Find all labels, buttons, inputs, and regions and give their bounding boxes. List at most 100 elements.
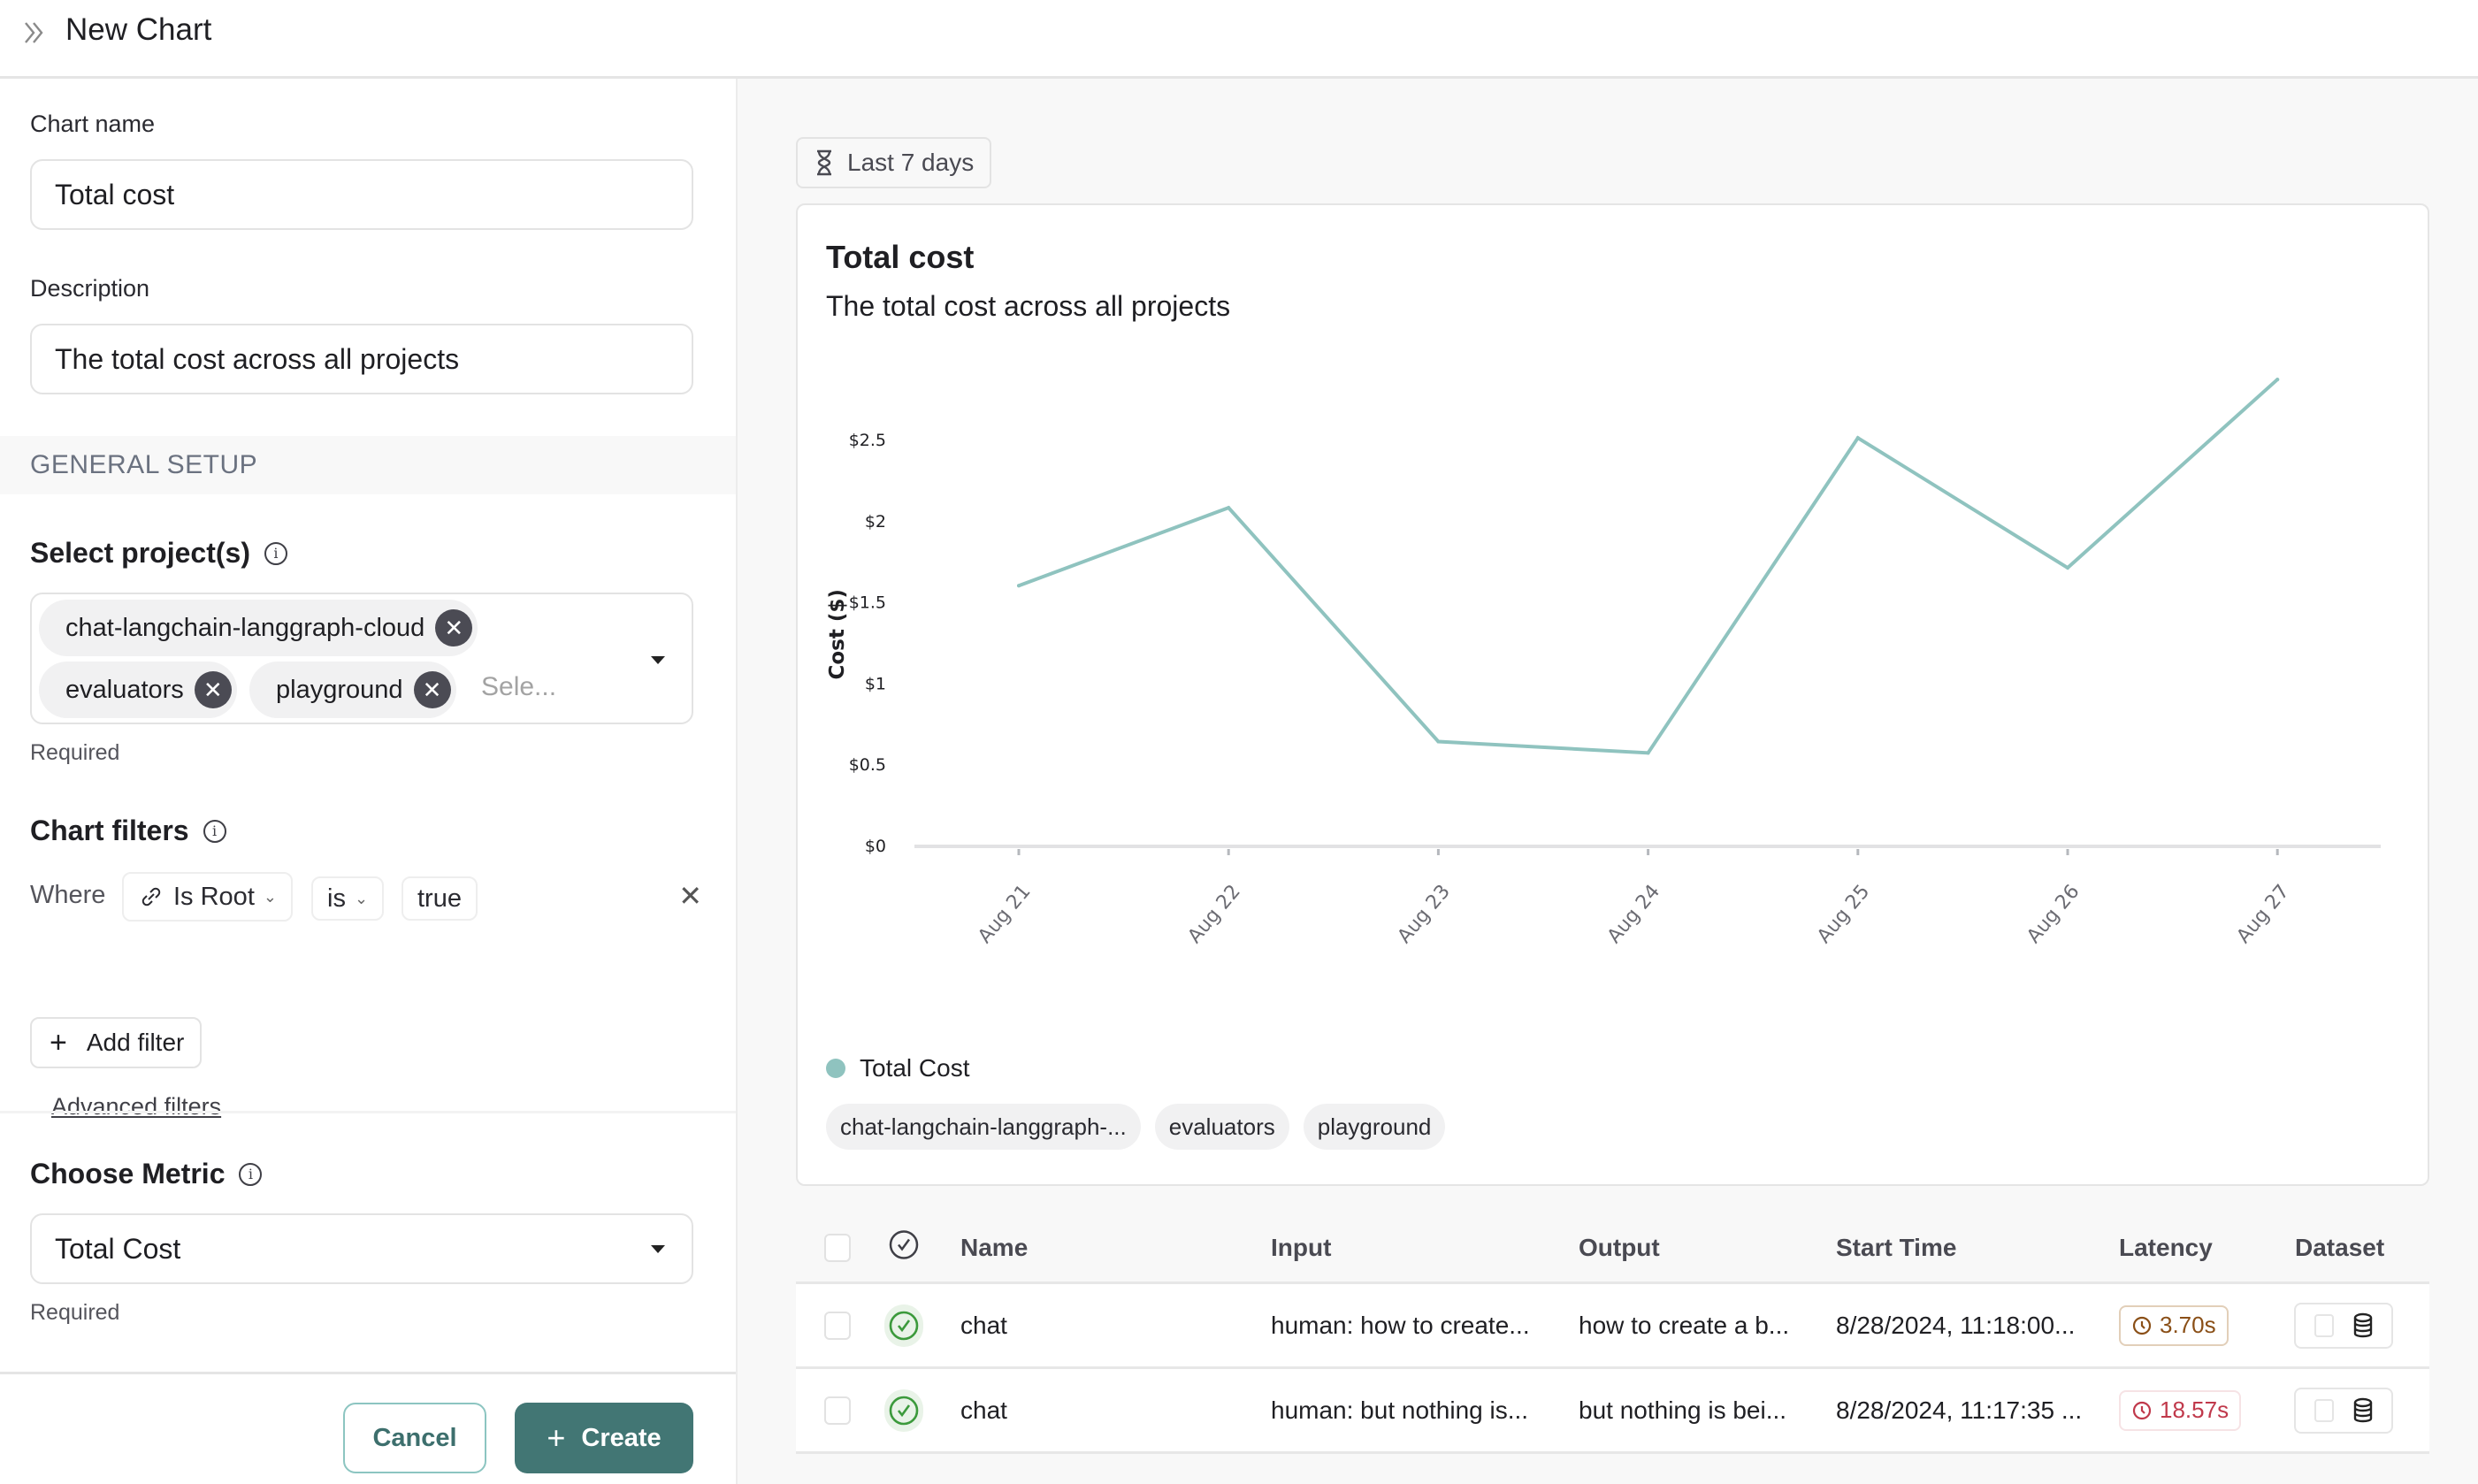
chart-filters-heading: Chart filters i	[30, 815, 226, 847]
link-icon	[141, 887, 161, 906]
chart-name-input[interactable]: Total cost	[30, 159, 693, 230]
chart-filters-label: Chart filters	[30, 815, 189, 846]
data-point	[1436, 739, 1441, 744]
filter-field-label: Is Root	[173, 882, 255, 911]
latency-badge: 18.57s	[2119, 1389, 2242, 1431]
column-header-latency[interactable]: Latency	[2119, 1234, 2213, 1262]
description-input[interactable]: The total cost across all projects	[30, 324, 693, 394]
add-to-dataset-button[interactable]	[2294, 1302, 2393, 1349]
add-filter-button[interactable]: + Add filter	[30, 1017, 203, 1068]
metric-required-hint: Required	[30, 1300, 120, 1325]
data-point	[2066, 566, 2069, 570]
plus-icon: +	[50, 1025, 67, 1059]
time-range-label: Last 7 days	[847, 149, 975, 176]
run-output: but nothing is bei...	[1579, 1396, 1787, 1424]
choose-metric-heading: Choose Metric i	[30, 1158, 263, 1190]
select-projects-heading: Select project(s) i	[30, 537, 287, 570]
remove-chip-icon[interactable]: ✕	[435, 609, 473, 646]
table-header: Name Input Output Start Time Latency Dat…	[796, 1213, 2429, 1284]
x-tick-label: Aug 26	[2023, 881, 2084, 948]
add-to-dataset-button[interactable]	[2294, 1387, 2393, 1434]
remove-chip-icon[interactable]: ✕	[194, 671, 232, 708]
series-line-total-cost	[1017, 378, 2280, 755]
hourglass-icon	[817, 149, 831, 176]
plus-icon: +	[547, 1419, 566, 1456]
project-chip-label: playground	[276, 675, 403, 704]
table-row[interactable]: chat human: but nothing is... but nothin…	[796, 1369, 2429, 1454]
advanced-filters-link[interactable]: Advanced filters	[51, 1093, 221, 1121]
project-tag: evaluators	[1154, 1104, 1289, 1150]
column-header-start-time[interactable]: Start Time	[1836, 1234, 1956, 1262]
run-input: human: but nothing is...	[1271, 1396, 1529, 1424]
project-tag: playground	[1303, 1104, 1446, 1150]
row-checkbox[interactable]	[824, 1311, 851, 1340]
chart-legend: Total Cost	[826, 1054, 970, 1082]
y-tick-label: $1.5	[849, 593, 886, 613]
run-output: how to create a b...	[1579, 1311, 1790, 1339]
x-tick-label: Aug 22	[1184, 881, 1245, 948]
time-range-button[interactable]: Last 7 days	[796, 137, 992, 188]
caret-down-icon[interactable]	[651, 656, 665, 664]
run-name[interactable]: chat	[960, 1396, 1007, 1425]
double-chevron-right-icon[interactable]	[19, 18, 50, 48]
filter-row: Where Is Root ⌄ is ⌄ true ✕	[30, 872, 702, 923]
page-title: New Chart	[65, 12, 212, 47]
remove-chip-icon[interactable]: ✕	[413, 671, 451, 708]
chart-preview-panel: Last 7 days Total cost The total cost ac…	[738, 79, 2478, 1484]
column-header-name[interactable]: Name	[960, 1234, 1028, 1262]
filter-operator-select[interactable]: is ⌄	[311, 876, 385, 921]
y-tick-label: $1	[865, 674, 886, 693]
info-icon[interactable]: i	[239, 1162, 263, 1186]
metric-select[interactable]: Total Cost	[30, 1213, 693, 1284]
chart-card: Total cost The total cost across all pro…	[796, 203, 2429, 1186]
run-name[interactable]: chat	[960, 1312, 1007, 1340]
table-row[interactable]: chat human: how to create... how to crea…	[796, 1284, 2429, 1369]
latency-value: 18.57s	[2160, 1396, 2229, 1423]
remove-filter-icon[interactable]: ✕	[678, 879, 702, 913]
filter-field-select[interactable]: Is Root ⌄	[122, 872, 293, 922]
y-tick-label: $0	[865, 837, 886, 856]
projects-required-hint: Required	[30, 740, 120, 765]
runs-table: Name Input Output Start Time Latency Dat…	[796, 1213, 2429, 1454]
chart-form-panel: Chart name Total cost Description The to…	[0, 79, 738, 1484]
divider	[0, 1111, 736, 1113]
create-button[interactable]: + Create	[515, 1403, 693, 1473]
dataset-checkbox[interactable]	[2314, 1398, 2334, 1422]
x-tick-label: Aug 27	[2233, 881, 2294, 948]
select-projects-label: Select project(s)	[30, 537, 250, 569]
y-axis-label: Cost ($)	[826, 589, 849, 679]
project-chip-label: chat-langchain-langgraph-cloud	[65, 613, 425, 642]
caret-down-icon	[651, 1245, 665, 1253]
column-header-dataset[interactable]: Dataset	[2295, 1234, 2384, 1262]
filter-value-input[interactable]: true	[402, 876, 478, 921]
project-search-placeholder[interactable]: Sele...	[481, 672, 556, 702]
column-header-input[interactable]: Input	[1271, 1234, 1331, 1262]
x-tick-label: Aug 24	[1603, 881, 1664, 948]
info-icon[interactable]: i	[264, 541, 287, 565]
row-checkbox[interactable]	[824, 1396, 851, 1425]
project-chip-label: evaluators	[65, 675, 184, 704]
page-header: New Chart	[0, 0, 2478, 79]
legend-swatch	[826, 1059, 845, 1078]
where-label: Where	[30, 881, 106, 909]
create-label: Create	[581, 1423, 662, 1452]
run-start-time: 8/28/2024, 11:18:00...	[1836, 1311, 2076, 1339]
dataset-checkbox[interactable]	[2314, 1313, 2334, 1337]
project-tags: chat-langchain-langgraph-... evaluators …	[826, 1104, 1446, 1150]
general-setup-section: GENERAL SETUP	[0, 436, 736, 494]
database-icon	[2353, 1312, 2372, 1337]
column-header-output[interactable]: Output	[1579, 1234, 1660, 1262]
latency-value: 3.70s	[2160, 1312, 2216, 1338]
cancel-button[interactable]: Cancel	[343, 1403, 486, 1473]
legend-label: Total Cost	[860, 1054, 970, 1082]
metric-value: Total Cost	[55, 1232, 181, 1265]
project-multiselect[interactable]: chat-langchain-langgraph-cloud ✕ evaluat…	[30, 593, 693, 724]
x-tick-label: Aug 23	[1394, 881, 1455, 948]
select-all-checkbox[interactable]	[824, 1233, 851, 1262]
chevron-down-icon: ⌄	[263, 887, 277, 906]
info-icon[interactable]: i	[203, 819, 226, 843]
x-tick-label: Aug 25	[1813, 881, 1874, 948]
project-tag: chat-langchain-langgraph-...	[826, 1104, 1141, 1150]
success-status-icon	[884, 1388, 923, 1432]
y-tick-label: $2.5	[849, 431, 886, 450]
